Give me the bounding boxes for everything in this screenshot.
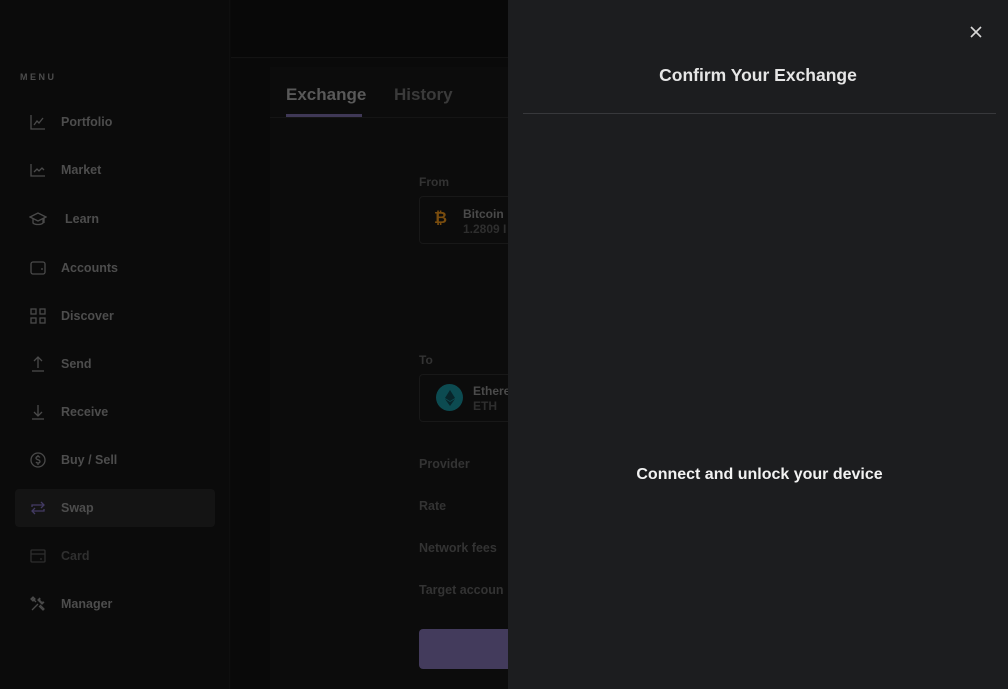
sidebar-item-market[interactable]: Market xyxy=(15,151,215,189)
sidebar-item-label: Portfolio xyxy=(61,115,113,129)
device-prompt-message: Connect and unlock your device xyxy=(636,466,883,483)
sidebar-item-label: Swap xyxy=(61,501,94,515)
to-asset-selector[interactable]: Ethere ETH xyxy=(419,374,519,422)
from-asset-balance: 1.2809 I xyxy=(463,222,507,236)
from-asset-name: Bitcoin xyxy=(463,207,504,221)
sidebar: MENU Portfolio Market Learn Accounts Dis… xyxy=(0,0,230,689)
tools-icon xyxy=(29,595,47,613)
close-icon xyxy=(970,26,982,38)
bitcoin-icon: ₿ xyxy=(434,210,448,227)
arrow-down-icon xyxy=(29,403,47,421)
sidebar-item-discover[interactable]: Discover xyxy=(15,297,215,335)
to-asset-ticker: ETH xyxy=(473,399,497,413)
sidebar-item-buy-sell[interactable]: Buy / Sell xyxy=(15,441,215,479)
market-chart-icon xyxy=(29,161,47,179)
card-icon xyxy=(29,547,47,565)
arrow-up-icon xyxy=(29,355,47,373)
sidebar-item-label: Manager xyxy=(61,597,113,611)
top-bar xyxy=(231,0,508,58)
sidebar-item-label: Buy / Sell xyxy=(61,453,118,467)
wallet-icon xyxy=(29,259,47,277)
sidebar-item-swap[interactable]: Swap xyxy=(15,489,215,527)
sidebar-item-label: Receive xyxy=(61,405,109,419)
sidebar-item-label: Card xyxy=(61,549,90,563)
swap-arrows-icon xyxy=(29,499,47,517)
sidebar-item-portfolio[interactable]: Portfolio xyxy=(15,103,215,141)
exchange-button[interactable] xyxy=(419,629,519,669)
from-label: From xyxy=(419,175,449,189)
sidebar-item-send[interactable]: Send xyxy=(15,345,215,383)
menu-label: MENU xyxy=(20,72,57,82)
sidebar-item-card[interactable]: Card xyxy=(15,537,215,575)
app-window: MENU Portfolio Market Learn Accounts Dis… xyxy=(0,0,1008,689)
sidebar-item-label: Send xyxy=(61,357,92,371)
drawer-title: Confirm Your Exchange xyxy=(659,65,857,85)
sidebar-item-label: Accounts xyxy=(61,261,118,275)
chart-line-icon xyxy=(29,113,47,131)
sidebar-item-label: Learn xyxy=(65,212,100,226)
tab-exchange[interactable]: Exchange xyxy=(286,85,366,105)
sidebar-item-accounts[interactable]: Accounts xyxy=(15,249,215,287)
tab-bar: Exchange History xyxy=(270,67,508,118)
graduation-cap-icon xyxy=(29,210,47,228)
content-gutter xyxy=(231,59,270,689)
sidebar-item-learn[interactable]: Learn xyxy=(15,200,215,238)
grid-icon xyxy=(29,307,47,325)
drawer-divider xyxy=(523,113,996,114)
to-asset-name: Ethere xyxy=(473,384,511,398)
sidebar-item-label: Market xyxy=(61,163,102,177)
sidebar-item-manager[interactable]: Manager xyxy=(15,585,215,623)
active-tab-indicator xyxy=(286,114,362,117)
ethereum-icon xyxy=(436,384,463,411)
target-account-label: Target accoun xyxy=(419,583,504,597)
swap-panel: Exchange History From ₿ Bitcoin 1.2809 I… xyxy=(270,67,519,689)
tab-history[interactable]: History xyxy=(394,85,453,105)
to-label: To xyxy=(419,353,433,367)
network-fees-label: Network fees xyxy=(419,541,497,555)
close-button[interactable] xyxy=(968,24,984,40)
sidebar-item-receive[interactable]: Receive xyxy=(15,393,215,431)
rate-label: Rate xyxy=(419,499,447,513)
dollar-circle-icon xyxy=(29,451,47,469)
provider-label: Provider xyxy=(419,457,470,471)
sidebar-item-label: Discover xyxy=(61,309,114,323)
confirm-exchange-drawer: Confirm Your Exchange Connect and unlock… xyxy=(508,0,1008,689)
from-asset-selector[interactable]: ₿ Bitcoin 1.2809 I xyxy=(419,196,519,244)
